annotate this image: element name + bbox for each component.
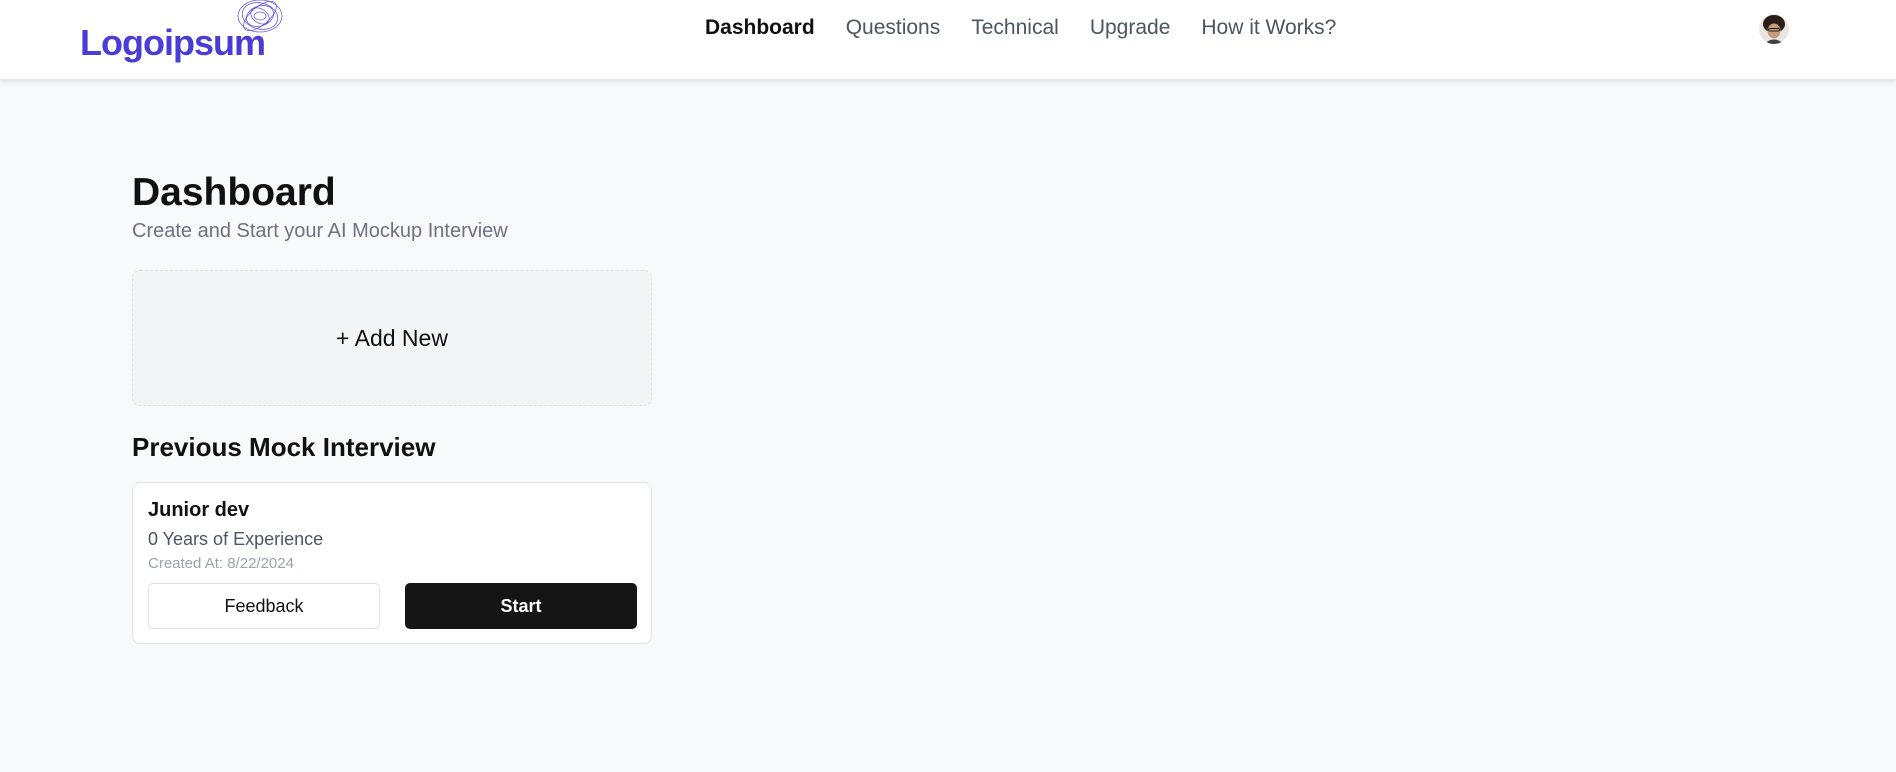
- nav-technical[interactable]: Technical: [971, 16, 1059, 40]
- user-avatar[interactable]: [1759, 14, 1789, 44]
- nav-questions[interactable]: Questions: [846, 16, 941, 40]
- nav-how-it-works[interactable]: How it Works?: [1201, 16, 1336, 40]
- page-subtitle: Create and Start your AI Mockup Intervie…: [132, 220, 508, 242]
- start-button[interactable]: Start: [405, 583, 637, 629]
- nav-upgrade[interactable]: Upgrade: [1090, 16, 1171, 40]
- top-navbar: Logoipsum Dashboard Questions Technical …: [0, 0, 1896, 80]
- add-new-card[interactable]: + Add New: [132, 270, 652, 406]
- nav-dashboard[interactable]: Dashboard: [705, 16, 815, 40]
- add-new-label: + Add New: [336, 324, 448, 351]
- page-title: Dashboard: [132, 171, 336, 214]
- logo[interactable]: Logoipsum: [80, 0, 290, 70]
- previous-interviews-title: Previous Mock Interview: [132, 432, 436, 462]
- interview-created-at: Created At: 8/22/2024: [148, 555, 294, 572]
- user-avatar-icon: [1759, 14, 1789, 44]
- interview-card: Junior dev 0 Years of Experience Created…: [132, 482, 652, 644]
- interview-experience: 0 Years of Experience: [148, 529, 324, 549]
- logo-text: Logoipsum: [80, 22, 266, 63]
- feedback-button[interactable]: Feedback: [148, 583, 380, 629]
- dashboard-main: Dashboard Create and Start your AI Mocku…: [132, 168, 652, 644]
- main-nav: Dashboard Questions Technical Upgrade Ho…: [705, 16, 1367, 40]
- interview-role: Junior dev: [148, 499, 250, 521]
